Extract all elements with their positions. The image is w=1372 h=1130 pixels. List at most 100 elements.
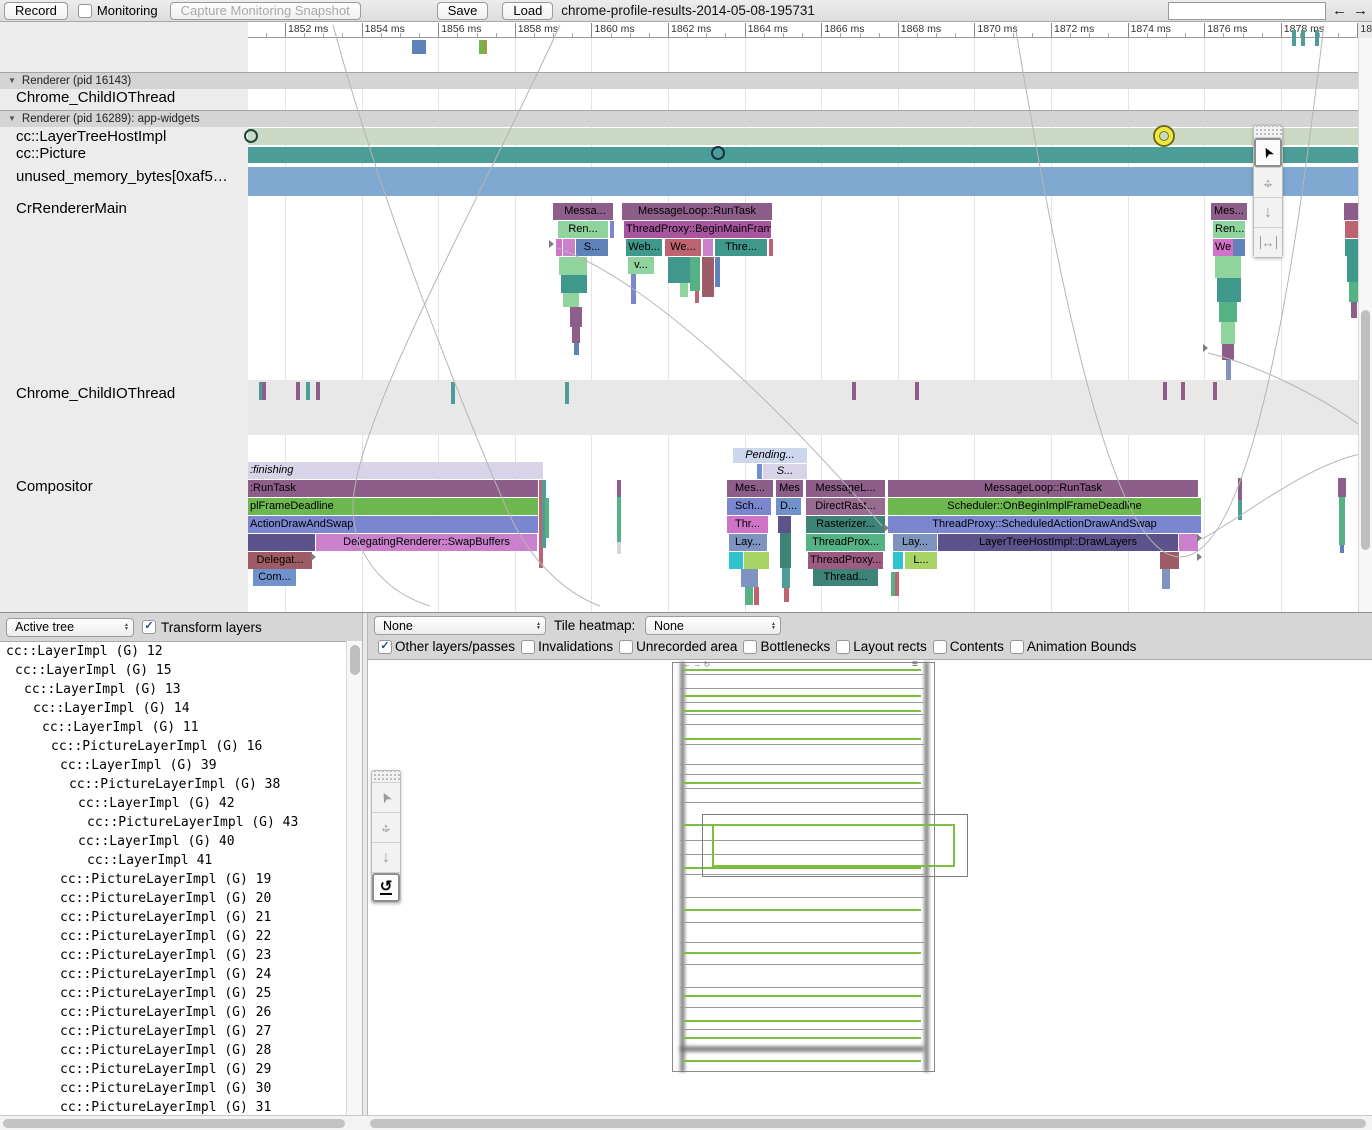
trace-event-sliver[interactable] bbox=[1233, 239, 1245, 256]
trace-event-sliver[interactable] bbox=[1338, 478, 1346, 497]
trace-event-sliver[interactable] bbox=[565, 382, 569, 404]
layer-tree-item[interactable]: cc::PictureLayerImpl (G) 25 bbox=[0, 984, 346, 1003]
zoom-tool-button[interactable]: ↓ bbox=[372, 843, 400, 873]
trace-event-sliver[interactable] bbox=[895, 572, 899, 596]
trace-event-sliver[interactable] bbox=[561, 275, 587, 293]
layer-tree-item[interactable]: cc::PictureLayerImpl (G) 21 bbox=[0, 908, 346, 927]
trace-event[interactable]: Scheduler::OnBeginImplFrameDeadline bbox=[888, 498, 1201, 515]
trace-event-sliver[interactable] bbox=[572, 327, 580, 343]
layer-tree-item[interactable]: cc::PictureLayerImpl (G) 20 bbox=[0, 889, 346, 908]
trace-event[interactable]: Thread... bbox=[813, 569, 878, 586]
trace-event[interactable]: Rasterizer... bbox=[806, 516, 885, 533]
layer-viewer[interactable]: ➤ ↕↔ ↓ ↺ ← → ↻≡ bbox=[368, 659, 1372, 1115]
trace-event[interactable]: We bbox=[1213, 239, 1233, 256]
trace-event[interactable]: Web... bbox=[626, 239, 662, 256]
process-header-row[interactable]: ▼Renderer (pid 16143) bbox=[0, 72, 1372, 89]
monitoring-checkbox[interactable] bbox=[78, 4, 92, 18]
trace-event[interactable]: Messa... bbox=[557, 203, 613, 220]
hscroll-thumb-left[interactable] bbox=[3, 1119, 345, 1128]
display-option-checkbox[interactable]: ✓ bbox=[378, 640, 392, 654]
trace-event[interactable]: S... bbox=[576, 239, 608, 256]
trace-event-sliver[interactable] bbox=[1340, 545, 1344, 553]
trace-event[interactable]: Sch... bbox=[727, 498, 771, 515]
trace-event[interactable]: ActionDrawAndSwap bbox=[248, 516, 538, 533]
trace-event-sliver[interactable] bbox=[1213, 382, 1217, 400]
display-option-checkbox[interactable] bbox=[836, 640, 850, 654]
palette-grip[interactable] bbox=[1254, 126, 1282, 138]
trace-event[interactable]: Ren... bbox=[1213, 221, 1245, 238]
layer-tree-list[interactable]: cc::LayerImpl (G) 12cc::LayerImpl (G) 15… bbox=[0, 641, 346, 1115]
layer-tree-item[interactable]: cc::PictureLayerImpl (G) 29 bbox=[0, 1060, 346, 1079]
trace-event-sliver[interactable] bbox=[483, 40, 487, 54]
trace-event-sliver[interactable] bbox=[741, 569, 758, 587]
layer-tree-item[interactable]: cc::PictureLayerImpl (G) 38 bbox=[0, 775, 346, 794]
pan-tool-button[interactable]: ↕↔ bbox=[1254, 168, 1282, 198]
collapse-triangle-icon[interactable]: ▼ bbox=[8, 111, 16, 127]
trace-event[interactable]: Thre... bbox=[715, 239, 767, 256]
layer-list-scrollbar[interactable] bbox=[346, 641, 362, 1115]
timeline-panel[interactable]: 1852 ms1854 ms1856 ms1858 ms1860 ms1862 … bbox=[0, 22, 1372, 612]
tile-heatmap-select[interactable]: None ▲ ▼ bbox=[645, 616, 781, 635]
trace-event-sliver[interactable] bbox=[754, 587, 759, 605]
trace-event-sliver[interactable] bbox=[563, 293, 579, 307]
trace-event-sliver[interactable] bbox=[559, 257, 587, 275]
layer-tree-item[interactable]: cc::LayerImpl (G) 42 bbox=[0, 794, 346, 813]
trace-event-sliver[interactable] bbox=[778, 516, 791, 533]
timing-tool-button[interactable]: ↔ bbox=[1254, 228, 1282, 257]
trace-event-sliver[interactable] bbox=[610, 221, 614, 238]
layer-tree-item[interactable]: cc::PictureLayerImpl (G) 26 bbox=[0, 1003, 346, 1022]
trace-event-sliver[interactable] bbox=[248, 534, 315, 551]
trace-event-sliver[interactable] bbox=[703, 239, 713, 256]
layer-tree-item[interactable]: cc::PictureLayerImpl (G) 31 bbox=[0, 1098, 346, 1115]
trace-event-sliver[interactable] bbox=[893, 552, 903, 569]
counter-track-bar[interactable] bbox=[248, 147, 1358, 163]
trace-event-sliver[interactable] bbox=[316, 382, 320, 400]
layer-tree-item[interactable]: cc::PictureLayerImpl (G) 43 bbox=[0, 813, 346, 832]
layer-tree-item[interactable]: cc::LayerImpl (G) 15 bbox=[0, 661, 346, 680]
layer-tree-item[interactable]: cc::LayerImpl (G) 11 bbox=[0, 718, 346, 737]
hscroll-thumb-right[interactable] bbox=[370, 1119, 1366, 1128]
trace-event-sliver[interactable] bbox=[729, 552, 743, 569]
trace-event[interactable]: v... bbox=[628, 257, 654, 274]
selection-tool-button[interactable]: ➤ bbox=[1254, 138, 1282, 168]
layer-tree-item[interactable]: cc::LayerImpl 41 bbox=[0, 851, 346, 870]
trace-event[interactable]: L... bbox=[905, 552, 937, 569]
trace-event[interactable]: MessageLoop::RunTask bbox=[888, 480, 1198, 497]
trace-event[interactable]: ThreadProxy::BeginMainFrame bbox=[624, 221, 771, 238]
trace-event-sliver[interactable] bbox=[1219, 302, 1237, 322]
trace-event[interactable]: Mes bbox=[776, 480, 803, 497]
trace-event-sliver[interactable] bbox=[631, 274, 636, 304]
trace-event[interactable]: MessageLoop::RunTask bbox=[622, 203, 772, 220]
trace-event-sliver[interactable] bbox=[1226, 360, 1231, 380]
trace-event-sliver[interactable] bbox=[574, 343, 579, 355]
trace-event-sliver[interactable] bbox=[1160, 552, 1179, 569]
trace-event-sliver[interactable] bbox=[1221, 322, 1235, 344]
process-header-row[interactable]: ▼Renderer (pid 16289): app-widgets bbox=[0, 110, 1372, 127]
capture-monitoring-snapshot-button[interactable]: Capture Monitoring Snapshot bbox=[170, 2, 361, 20]
trace-event[interactable]: We... bbox=[665, 239, 701, 256]
trace-event[interactable]: Com... bbox=[253, 569, 296, 586]
trace-event-sliver[interactable] bbox=[1345, 239, 1359, 256]
display-option-checkbox[interactable] bbox=[521, 640, 535, 654]
trace-event-sliver[interactable] bbox=[1222, 344, 1234, 360]
trace-event[interactable]: Mes... bbox=[1211, 203, 1247, 220]
counter-track-bar[interactable] bbox=[248, 128, 1358, 145]
trace-event-sliver[interactable] bbox=[617, 480, 621, 497]
trace-event-sliver[interactable] bbox=[412, 40, 426, 54]
pan-tool-button[interactable]: ↕↔ bbox=[372, 813, 400, 843]
trace-event[interactable]: Pending... bbox=[733, 448, 807, 463]
trace-event[interactable]: plFrameDeadline bbox=[248, 498, 538, 515]
trace-event-sliver[interactable] bbox=[1163, 382, 1167, 400]
find-next-arrow[interactable]: → bbox=[1353, 2, 1368, 19]
trace-event[interactable]: Delegat... bbox=[248, 552, 312, 569]
trace-event-sliver[interactable] bbox=[262, 382, 266, 400]
trace-event-sliver[interactable] bbox=[782, 568, 790, 588]
trace-event-sliver[interactable] bbox=[1179, 534, 1198, 551]
trace-event-sliver[interactable] bbox=[690, 257, 700, 291]
transform-layers-checkbox[interactable]: ✓ bbox=[142, 620, 156, 634]
trace-event-sliver[interactable] bbox=[915, 382, 919, 400]
trace-event-sliver[interactable] bbox=[1315, 30, 1319, 46]
trace-event[interactable]: :RunTask bbox=[248, 480, 538, 497]
trace-event-sliver[interactable] bbox=[1238, 478, 1242, 500]
trace-event-sliver[interactable] bbox=[769, 239, 773, 256]
